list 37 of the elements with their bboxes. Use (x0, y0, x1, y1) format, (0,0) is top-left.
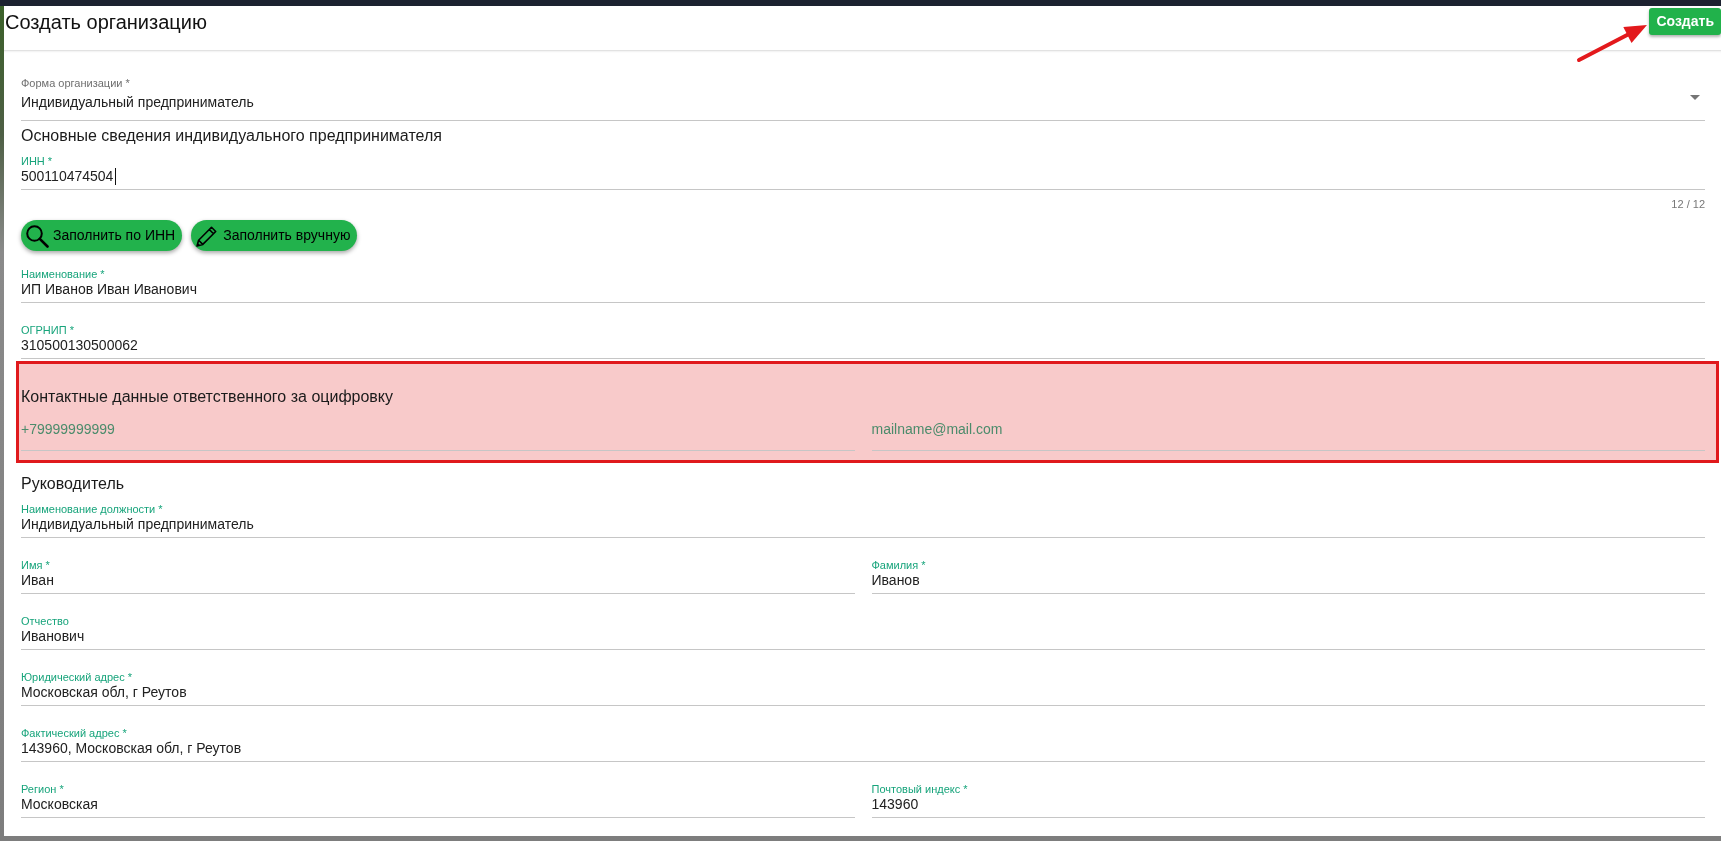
input-field[interactable]: Иван (21, 571, 855, 594)
field-label: Почтовый индекс * (871, 783, 969, 795)
section-heading: Руководитель (21, 474, 126, 494)
field-label: Наименование * (21, 268, 106, 280)
input-field[interactable]: 500110474504 (21, 167, 1705, 190)
input-field[interactable]: Иванов (871, 571, 1705, 594)
input-field[interactable]: Московская (21, 795, 855, 818)
search-icon (25, 223, 49, 248)
field-label: Фактический адрес * (21, 727, 128, 739)
field-label: Регион * (21, 783, 65, 795)
section-heading: Основные сведения индивидуального предпринимателя (21, 126, 443, 146)
lookup-button[interactable]: Заполнить по ИНН (21, 220, 183, 251)
char-counter: 12 / 12 (1671, 197, 1705, 211)
section-heading: Контактные данные ответственного за оцифровку (21, 387, 394, 407)
input-field[interactable]: Иванович (21, 627, 1705, 650)
field-label: Форма организации * (21, 77, 131, 89)
input-field[interactable]: Индивидуальный предприниматель (21, 515, 1705, 538)
input-field[interactable]: 310500130500062 (21, 336, 1705, 359)
manual-entry-button[interactable]: Заполнить вручную (191, 220, 358, 251)
field-label: Отчество (21, 615, 70, 627)
select-field[interactable]: Индивидуальный предприниматель (21, 89, 1705, 121)
text-cursor-icon (115, 168, 116, 185)
input-field[interactable]: +79999999999 (21, 416, 855, 451)
field-label: Наименование должности * (21, 503, 164, 515)
pencil-icon (195, 223, 220, 248)
input-field[interactable]: Московская обл, г Реутов (21, 683, 1705, 706)
input-field[interactable]: 143960 (871, 795, 1705, 818)
input-field[interactable]: mailname@mail.com (871, 416, 1705, 451)
input-field[interactable]: 143960, Московская обл, г Реутов (21, 739, 1705, 762)
field-label: Юридический адрес * (21, 671, 134, 683)
field-label: ОГРНИП * (21, 324, 75, 336)
dialog-title: Создать организацию (5, 10, 207, 34)
dropdown-caret-icon (1690, 95, 1700, 100)
field-label: Фамилия * (871, 559, 927, 571)
field-label: Имя * (21, 559, 51, 571)
input-field[interactable]: ИП Иванов Иван Иванович (21, 280, 1705, 303)
field-label: ИНН * (21, 155, 54, 167)
